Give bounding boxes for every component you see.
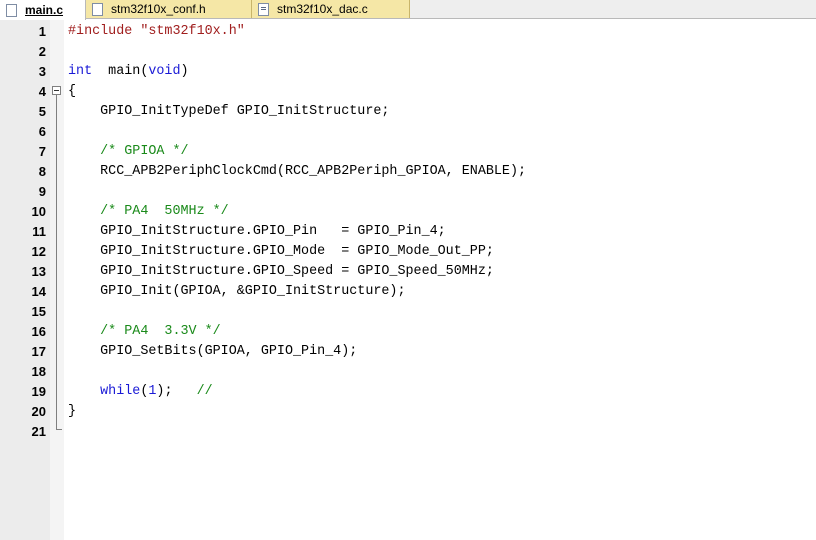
line-number: 12 bbox=[31, 244, 46, 259]
code-token: } bbox=[68, 404, 77, 419]
code-line[interactable]: 18 bbox=[0, 362, 816, 382]
code-token: GPIO_InitStructure.GPIO_Speed = GPIO_Spe… bbox=[68, 264, 494, 279]
code-text: GPIO_SetBits(GPIOA, GPIO_Pin_4); bbox=[68, 342, 357, 362]
code-text: { bbox=[68, 82, 76, 102]
code-token: /* PA4 50MHz */ bbox=[68, 204, 229, 219]
code-token: RCC_APB2PeriphClockCmd(RCC_APB2Periph_GP… bbox=[68, 164, 527, 179]
line-number: 6 bbox=[38, 124, 46, 139]
line-number: 17 bbox=[31, 344, 46, 359]
code-line[interactable]: 8 RCC_APB2PeriphClockCmd(RCC_APB2Periph_… bbox=[0, 162, 816, 182]
code-token: /* PA4 3.3V */ bbox=[68, 324, 221, 339]
editor-tab-bar: main.c stm32f10x_conf.h stm32f10x_dac.c bbox=[0, 0, 816, 20]
code-text: /* PA4 50MHz */ bbox=[68, 202, 229, 222]
code-line[interactable]: 21 bbox=[0, 422, 816, 442]
line-number: 20 bbox=[31, 404, 46, 419]
line-number: 15 bbox=[31, 304, 46, 319]
code-text: RCC_APB2PeriphClockCmd(RCC_APB2Periph_GP… bbox=[68, 162, 526, 182]
code-token: "stm32f10x.h" bbox=[140, 24, 245, 39]
code-line[interactable]: 6 bbox=[0, 122, 816, 142]
code-text: GPIO_InitStructure.GPIO_Mode = GPIO_Mode… bbox=[68, 242, 494, 262]
tab-stm32f10x-dac-c[interactable]: stm32f10x_dac.c bbox=[252, 0, 410, 18]
fold-end-marker bbox=[56, 429, 62, 430]
code-line[interactable]: 17 GPIO_SetBits(GPIOA, GPIO_Pin_4); bbox=[0, 342, 816, 362]
line-number: 21 bbox=[31, 424, 46, 439]
line-number: 7 bbox=[38, 144, 46, 159]
code-token: #include bbox=[68, 24, 141, 39]
tab-label: stm32f10x_conf.h bbox=[111, 2, 206, 16]
line-number: 9 bbox=[38, 184, 46, 199]
code-token: /* GPIOA */ bbox=[68, 144, 189, 159]
code-token: GPIO_InitTypeDef GPIO_InitStructure; bbox=[68, 104, 390, 119]
code-line[interactable]: 1 #include "stm32f10x.h" bbox=[0, 22, 816, 42]
code-line[interactable]: 7 /* GPIOA */ bbox=[0, 142, 816, 162]
file-icon bbox=[92, 2, 103, 16]
code-line[interactable]: 10 /* PA4 50MHz */ bbox=[0, 202, 816, 222]
tab-label: main.c bbox=[25, 3, 64, 17]
line-number: 5 bbox=[38, 104, 46, 119]
code-token: GPIO_Init(GPIOA, &GPIO_InitStructure); bbox=[68, 284, 406, 299]
code-line[interactable]: 14 GPIO_Init(GPIOA, &GPIO_InitStructure)… bbox=[0, 282, 816, 302]
line-number: 10 bbox=[31, 204, 46, 219]
tab-label: stm32f10x_dac.c bbox=[277, 2, 368, 16]
code-line[interactable]: 5 GPIO_InitTypeDef GPIO_InitStructure; bbox=[0, 102, 816, 122]
line-number: 14 bbox=[31, 284, 46, 299]
code-line[interactable]: 12 GPIO_InitStructure.GPIO_Mode = GPIO_M… bbox=[0, 242, 816, 262]
code-token: while bbox=[68, 384, 141, 399]
code-token: GPIO_SetBits(GPIOA, GPIO_Pin_4); bbox=[68, 344, 358, 359]
c-file-icon bbox=[6, 3, 17, 17]
line-number: 1 bbox=[38, 24, 46, 39]
code-line[interactable]: 3 int main(void) bbox=[0, 62, 816, 82]
fold-collapse-icon[interactable] bbox=[52, 86, 61, 95]
code-line[interactable]: 4{ bbox=[0, 82, 816, 102]
code-line[interactable]: 13 GPIO_InitStructure.GPIO_Speed = GPIO_… bbox=[0, 262, 816, 282]
code-editor[interactable]: 1 #include "stm32f10x.h" 2 3 int main(void) 4… bbox=[0, 19, 816, 540]
h-file-icon bbox=[258, 2, 269, 16]
code-text: /* PA4 3.3V */ bbox=[68, 322, 221, 342]
code-text: #include "stm32f10x.h" bbox=[68, 22, 245, 42]
code-line[interactable]: 2 bbox=[0, 42, 816, 62]
code-token: GPIO_InitStructure.GPIO_Mode = GPIO_Mode… bbox=[68, 244, 494, 259]
code-text: while(1); // bbox=[68, 382, 213, 402]
line-number: 18 bbox=[31, 364, 46, 379]
code-token: { bbox=[68, 84, 77, 99]
code-token: void bbox=[148, 64, 181, 79]
line-number: 19 bbox=[31, 384, 46, 399]
code-text: int main(void) bbox=[68, 62, 189, 82]
code-line[interactable]: 11 GPIO_InitStructure.GPIO_Pin = GPIO_Pi… bbox=[0, 222, 816, 242]
code-text: GPIO_InitTypeDef GPIO_InitStructure; bbox=[68, 102, 389, 122]
line-number: 2 bbox=[38, 44, 46, 59]
code-text: GPIO_InitStructure.GPIO_Speed = GPIO_Spe… bbox=[68, 262, 494, 282]
code-token: GPIO_InitStructure.GPIO_Pin = GPIO_Pin_4… bbox=[68, 224, 446, 239]
line-number: 11 bbox=[32, 224, 46, 239]
tab-stm32f10x-conf-h[interactable]: stm32f10x_conf.h bbox=[86, 0, 252, 18]
code-text: GPIO_InitStructure.GPIO_Pin = GPIO_Pin_4… bbox=[68, 222, 446, 242]
line-number: 3 bbox=[38, 64, 46, 79]
line-number: 8 bbox=[38, 164, 46, 179]
code-token: // bbox=[196, 384, 213, 399]
code-token: ); bbox=[156, 384, 197, 399]
code-token: int bbox=[68, 64, 93, 79]
code-line[interactable]: 9 bbox=[0, 182, 816, 202]
fold-guide-line bbox=[56, 95, 57, 429]
code-token: ) bbox=[180, 64, 189, 79]
code-token: main( bbox=[92, 64, 149, 79]
line-number: 13 bbox=[31, 264, 46, 279]
code-line[interactable]: 16 /* PA4 3.3V */ bbox=[0, 322, 816, 342]
code-line[interactable]: 15 bbox=[0, 302, 816, 322]
line-number: 16 bbox=[31, 324, 46, 339]
line-number: 4 bbox=[38, 84, 46, 99]
code-text: /* GPIOA */ bbox=[68, 142, 189, 162]
code-text: GPIO_Init(GPIOA, &GPIO_InitStructure); bbox=[68, 282, 406, 302]
code-text: } bbox=[68, 402, 76, 422]
tab-main-c[interactable]: main.c bbox=[0, 0, 86, 20]
code-line[interactable]: 19 while(1); // bbox=[0, 382, 816, 402]
code-line[interactable]: 20} bbox=[0, 402, 816, 422]
